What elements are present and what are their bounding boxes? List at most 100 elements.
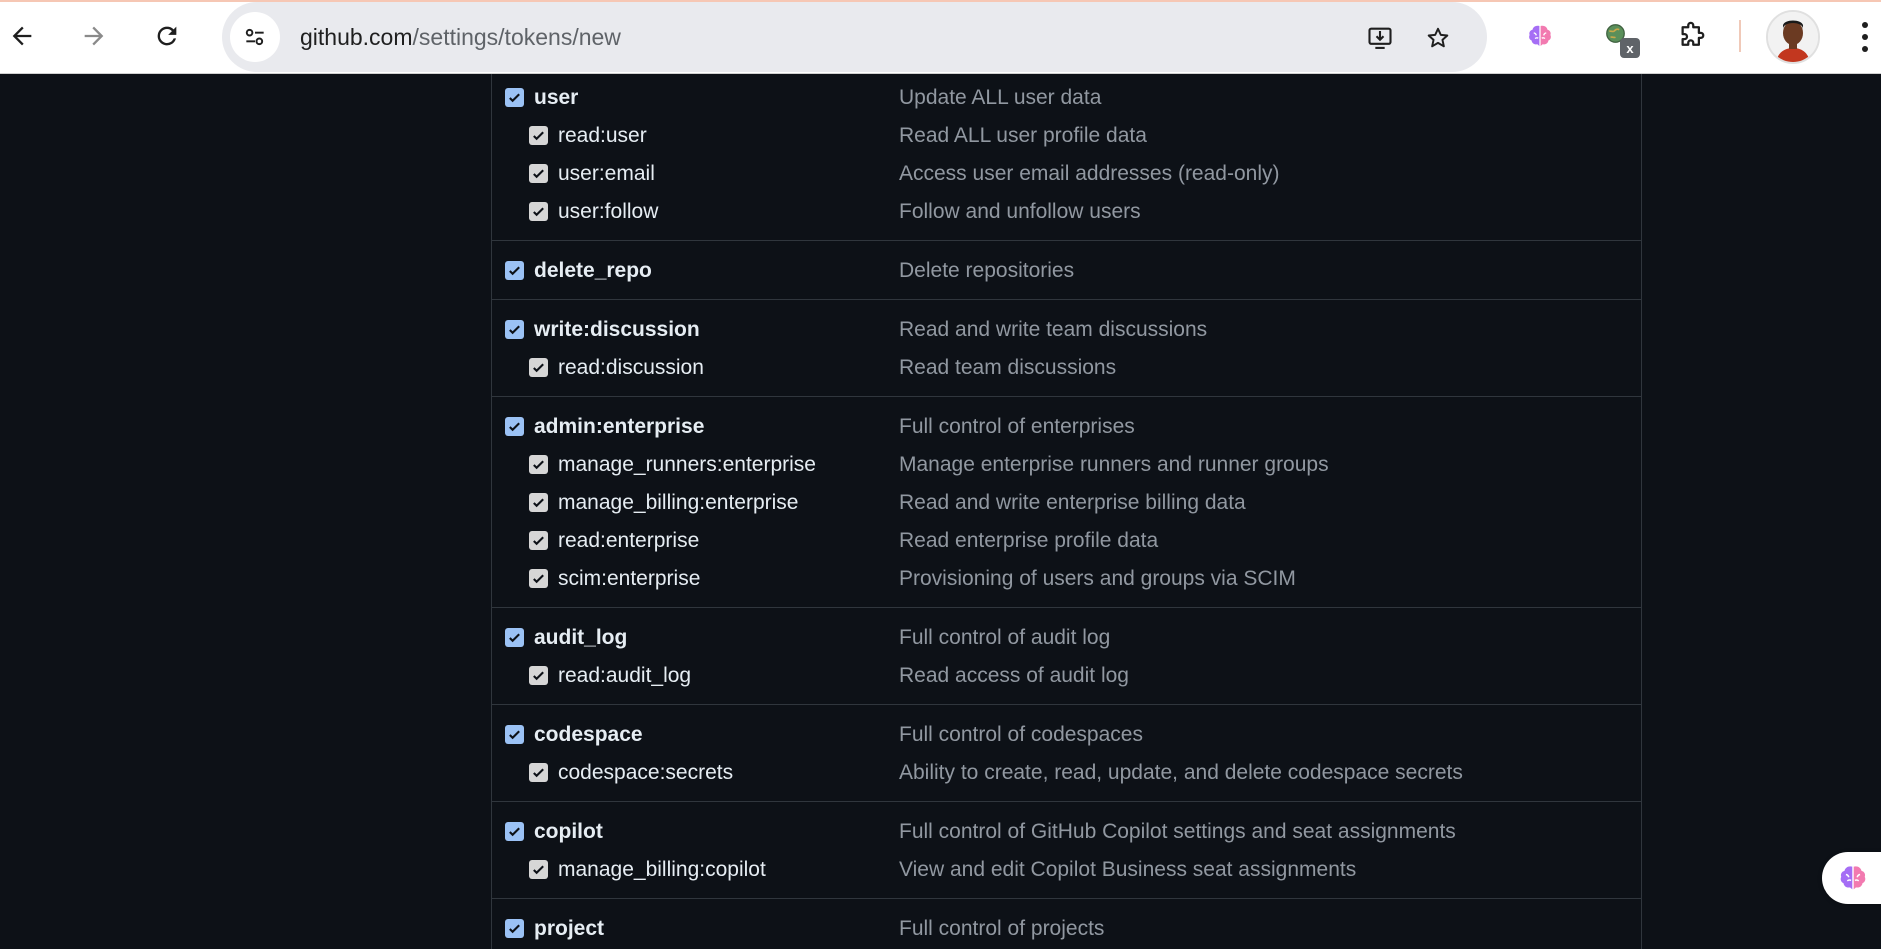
url-text[interactable]: github.com/settings/tokens/new [300, 24, 621, 51]
token-scopes-panel: user Update ALL user data read:user Read… [491, 74, 1642, 949]
scope-checkbox-project[interactable] [505, 919, 524, 938]
scope-name: user:follow [558, 200, 659, 223]
scope-group-admin-enterprise: admin:enterprise Full control of enterpr… [492, 397, 1641, 608]
checkmark-icon [533, 207, 544, 217]
checkmark-icon [533, 363, 544, 373]
scope-row-manage-billing-enterprise: manage_billing:enterprise Read and write… [492, 483, 1641, 521]
scope-row-admin-enterprise: admin:enterprise Full control of enterpr… [492, 407, 1641, 445]
brain-icon [1840, 866, 1866, 890]
scope-row-manage-billing-copilot: manage_billing:copilot View and edit Cop… [492, 850, 1641, 888]
scope-checkbox-codespace-secrets[interactable] [529, 763, 548, 782]
scope-name: user [534, 86, 579, 109]
bookmark-button[interactable] [1422, 22, 1454, 54]
install-app-button[interactable] [1364, 22, 1396, 54]
scope-checkbox-user[interactable] [505, 88, 524, 107]
scope-row-user: user Update ALL user data [492, 78, 1641, 116]
reload-button[interactable] [145, 14, 189, 58]
scope-row-write-discussion: write:discussion Read and write team dis… [492, 310, 1641, 348]
ai-extension-button[interactable]: x [1598, 16, 1640, 58]
scope-description: Manage enterprise runners and runner gro… [899, 453, 1329, 476]
scope-group-audit-log: audit_log Full control of audit log read… [492, 608, 1641, 705]
scope-checkbox-copilot[interactable] [505, 822, 524, 841]
checkmark-icon [509, 633, 520, 643]
scope-checkbox-read-audit-log[interactable] [529, 666, 548, 685]
scope-description: Full control of codespaces [899, 723, 1143, 746]
extension-badge: x [1620, 38, 1640, 58]
scope-name: manage_runners:enterprise [558, 453, 816, 476]
scope-row-read-enterprise: read:enterprise Read enterprise profile … [492, 521, 1641, 559]
scope-description: Read enterprise profile data [899, 529, 1159, 552]
scope-checkbox-codespace[interactable] [505, 725, 524, 744]
checkmark-icon [509, 266, 520, 276]
scope-description: Read ALL user profile data [899, 124, 1147, 147]
scope-row-audit-log: audit_log Full control of audit log [492, 618, 1641, 656]
scope-description: Full control of enterprises [899, 415, 1135, 438]
puzzle-piece-icon [1681, 21, 1705, 46]
scope-checkbox-manage-billing-enterprise[interactable] [529, 493, 548, 512]
profile-avatar-button[interactable] [1766, 10, 1820, 64]
scope-group-project: project Full control of projects [492, 899, 1641, 949]
scope-checkbox-user-follow[interactable] [529, 202, 548, 221]
scope-row-copilot: copilot Full control of GitHub Copilot s… [492, 812, 1641, 850]
scope-row-user-email: user:email Access user email addresses (… [492, 154, 1641, 192]
tune-icon [245, 28, 264, 46]
scope-description: Delete repositories [899, 259, 1075, 282]
scope-description: Full control of audit log [899, 626, 1111, 649]
scope-description: Update ALL user data [899, 86, 1102, 109]
scope-group-user: user Update ALL user data read:user Read… [492, 74, 1641, 241]
scope-group-copilot: copilot Full control of GitHub Copilot s… [492, 802, 1641, 899]
scope-description: Full control of GitHub Copilot settings … [899, 820, 1456, 843]
checkmark-icon [509, 93, 520, 103]
scope-checkbox-user-email[interactable] [529, 164, 548, 183]
checkmark-icon [533, 498, 544, 508]
scope-description: Access user email addresses (read-only) [899, 162, 1280, 185]
checkmark-icon [509, 325, 520, 335]
brain-icon [1529, 25, 1551, 46]
scope-name: read:audit_log [558, 664, 692, 687]
url-host: github.com [300, 24, 413, 50]
forward-button[interactable] [72, 14, 116, 58]
scope-name: admin:enterprise [534, 415, 705, 438]
scope-name: codespace:secrets [558, 761, 734, 784]
checkmark-icon [533, 574, 544, 584]
scope-checkbox-read-enterprise[interactable] [529, 531, 548, 550]
checkmark-icon [509, 730, 520, 740]
scope-name: read:discussion [558, 356, 704, 379]
scope-checkbox-admin-enterprise[interactable] [505, 417, 524, 436]
more-menu-icon[interactable] [1858, 20, 1872, 54]
scope-row-read-discussion: read:discussion Read team discussions [492, 348, 1641, 386]
scope-name: manage_billing:enterprise [558, 491, 799, 514]
scope-name: read:enterprise [558, 529, 700, 552]
scope-checkbox-delete-repo[interactable] [505, 261, 524, 280]
address-bar[interactable]: github.com/settings/tokens/new [222, 2, 1487, 72]
toolbar-separator [1739, 20, 1741, 52]
extensions-button[interactable] [1672, 16, 1712, 56]
checkmark-icon [533, 460, 544, 470]
scope-row-user-follow: user:follow Follow and unfollow users [492, 192, 1641, 230]
reload-icon [157, 26, 177, 46]
scope-checkbox-write-discussion[interactable] [505, 320, 524, 339]
profile-photo-icon [1768, 12, 1818, 62]
scope-description: Provisioning of users and groups via SCI… [899, 567, 1296, 590]
browser-toolbar: github.com/settings/tokens/new x [0, 0, 1881, 74]
scope-description: Read access of audit log [899, 664, 1129, 687]
scope-name: copilot [534, 820, 603, 843]
scope-checkbox-manage-billing-copilot[interactable] [529, 860, 548, 879]
scope-checkbox-audit-log[interactable] [505, 628, 524, 647]
scope-checkbox-manage-runners-enterprise[interactable] [529, 455, 548, 474]
install-desktop-icon [1368, 27, 1392, 49]
back-button[interactable] [0, 14, 44, 58]
scope-row-read-audit-log: read:audit_log Read access of audit log [492, 656, 1641, 694]
scope-checkbox-read-user[interactable] [529, 126, 548, 145]
floating-assistant-button[interactable] [1822, 852, 1881, 904]
checkmark-icon [509, 924, 520, 934]
scope-row-manage-runners-enterprise: manage_runners:enterprise Manage enterpr… [492, 445, 1641, 483]
brain-extension-button[interactable] [1520, 16, 1560, 56]
scope-group-write-discussion: write:discussion Read and write team dis… [492, 300, 1641, 397]
scope-description: Full control of projects [899, 917, 1105, 940]
scope-checkbox-read-discussion[interactable] [529, 358, 548, 377]
site-info-button[interactable] [230, 12, 280, 62]
checkmark-icon [533, 671, 544, 681]
scope-checkbox-scim-enterprise[interactable] [529, 569, 548, 588]
scope-name: scim:enterprise [558, 567, 701, 590]
